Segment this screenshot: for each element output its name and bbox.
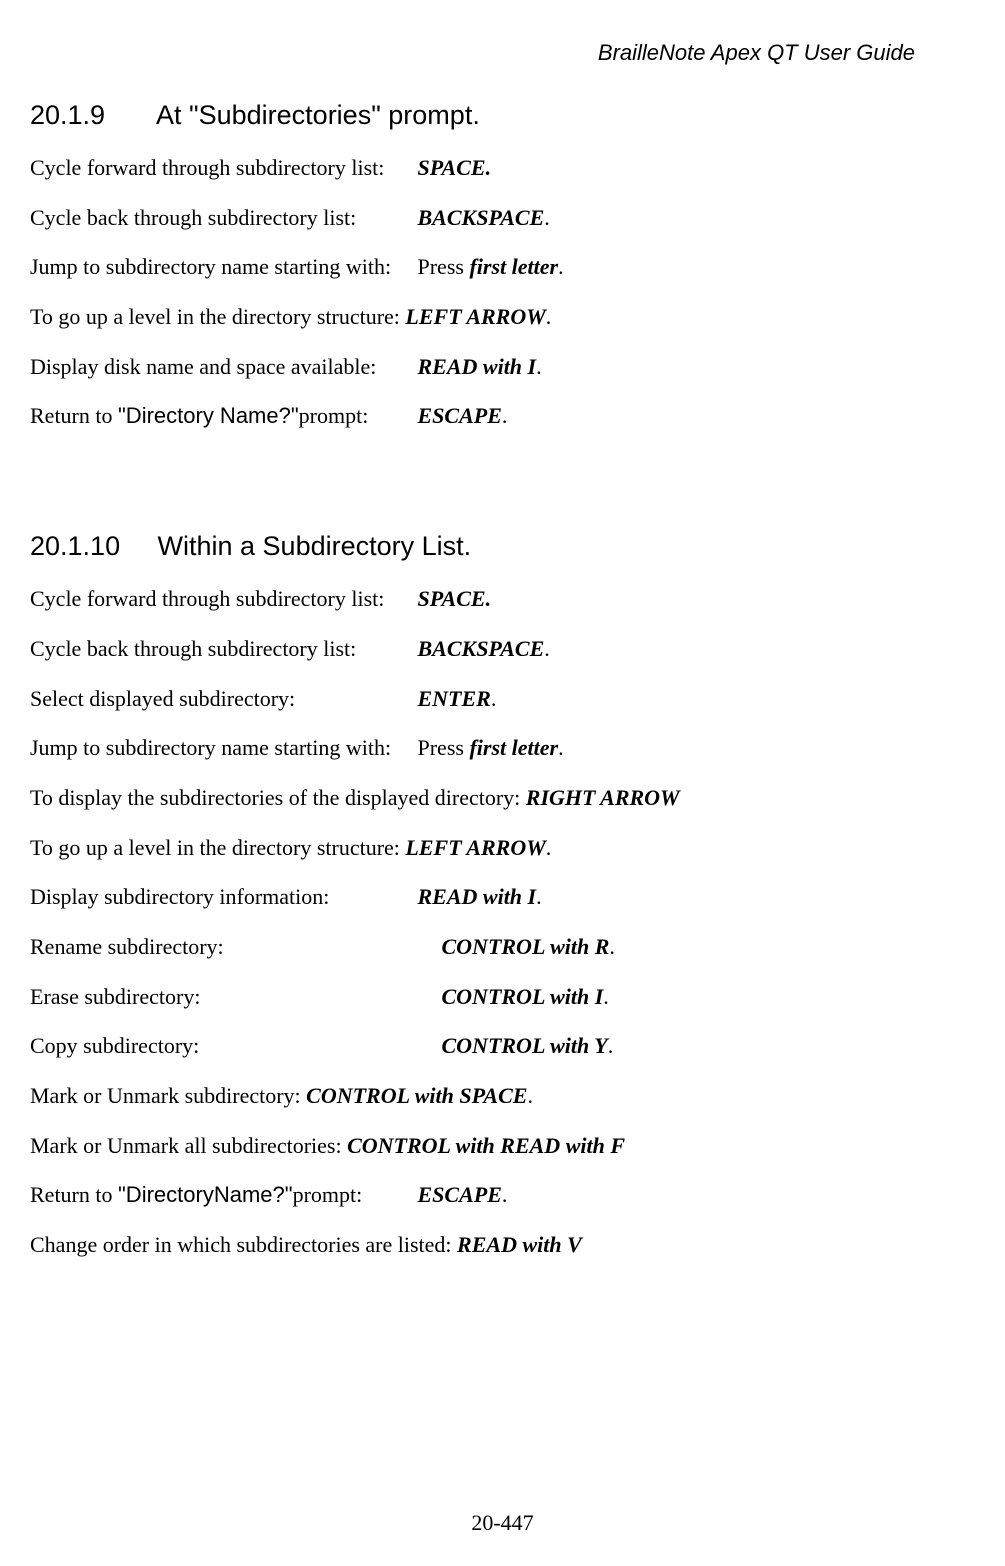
doc-desc: Return to "DirectoryName?"prompt: — [30, 1180, 412, 1210]
doc-desc: Display subdirectory information: — [30, 882, 412, 912]
section-heading-20-1-10: 20.1.10 Within a Subdirectory List. — [30, 531, 975, 562]
doc-key: RIGHT ARROW — [526, 785, 680, 810]
doc-line: Copy subdirectory: CONTROL with Y. — [30, 1031, 975, 1061]
doc-line: Mark or Unmark subdirectory: CONTROL wit… — [30, 1081, 975, 1111]
period: . — [558, 254, 564, 279]
doc-desc: To go up a level in the directory struct… — [30, 304, 405, 329]
doc-key: ESCAPE — [418, 403, 502, 428]
doc-line: Change order in which subdirectories are… — [30, 1230, 975, 1260]
doc-prefix: Press — [418, 735, 470, 760]
doc-desc: Cycle forward through subdirectory list: — [30, 153, 412, 183]
doc-prefix: Press — [418, 254, 470, 279]
doc-text: Return to — [30, 1182, 118, 1207]
period: . — [558, 735, 564, 760]
period: . — [536, 354, 542, 379]
doc-desc: Mark or Unmark all subdirectories: — [30, 1133, 347, 1158]
doc-key: LEFT ARROW — [405, 835, 545, 860]
doc-desc: Jump to subdirectory name starting with: — [30, 252, 412, 282]
doc-key: READ with I — [418, 354, 537, 379]
doc-key: READ with I — [418, 884, 537, 909]
doc-desc: Jump to subdirectory name starting with: — [30, 733, 412, 763]
doc-desc: Cycle back through subdirectory list: — [30, 634, 412, 664]
section-title: Within a Subdirectory List. — [158, 531, 472, 561]
doc-line: Display subdirectory information: READ w… — [30, 882, 975, 912]
doc-text: Return to — [30, 403, 118, 428]
doc-line: Erase subdirectory: CONTROL with I. — [30, 982, 975, 1012]
period: . — [527, 1083, 533, 1108]
page-footer: 20-447 — [0, 1510, 1005, 1536]
period: . — [608, 1033, 614, 1058]
doc-text: prompt: — [293, 1182, 363, 1207]
doc-desc: To go up a level in the directory struct… — [30, 835, 405, 860]
doc-key: BACKSPACE — [418, 636, 545, 661]
period: . — [536, 884, 542, 909]
doc-desc: Display disk name and space available: — [30, 352, 412, 382]
doc-line: Cycle forward through subdirectory list:… — [30, 584, 975, 614]
period: . — [603, 984, 609, 1009]
doc-key: first letter — [469, 735, 558, 760]
period: . — [546, 304, 552, 329]
doc-key: READ with V — [457, 1232, 582, 1257]
doc-desc: Cycle forward through subdirectory list: — [30, 584, 412, 614]
doc-line: Return to "Directory Name?"prompt: ESCAP… — [30, 401, 975, 431]
doc-prompt-name: "Directory Name?" — [118, 403, 299, 428]
doc-line: To go up a level in the directory struct… — [30, 302, 975, 332]
period: . — [491, 686, 497, 711]
period: . — [544, 205, 550, 230]
doc-line: Jump to subdirectory name starting with:… — [30, 733, 975, 763]
doc-line: Select displayed subdirectory: ENTER. — [30, 684, 975, 714]
period: . — [544, 636, 550, 661]
period: . — [502, 1182, 508, 1207]
doc-key: first letter — [469, 254, 558, 279]
doc-prompt-name: "DirectoryName?" — [118, 1182, 293, 1207]
page-header: BrailleNote Apex QT User Guide — [30, 40, 915, 66]
period: . — [609, 934, 615, 959]
doc-desc: Cycle back through subdirectory list: — [30, 203, 412, 233]
doc-desc: Select displayed subdirectory: — [30, 684, 412, 714]
doc-line: Return to "DirectoryName?"prompt: ESCAPE… — [30, 1180, 975, 1210]
doc-line: Mark or Unmark all subdirectories: CONTR… — [30, 1131, 975, 1161]
doc-line: Rename subdirectory: CONTROL with R. — [30, 932, 975, 962]
doc-desc: Copy subdirectory: — [30, 1031, 436, 1061]
doc-key: SPACE. — [418, 586, 492, 611]
doc-desc: Mark or Unmark subdirectory: — [30, 1083, 306, 1108]
doc-line: To display the subdirectories of the dis… — [30, 783, 975, 813]
doc-line: Cycle back through subdirectory list: BA… — [30, 634, 975, 664]
doc-key: CONTROL with Y — [442, 1033, 608, 1058]
doc-line: To go up a level in the directory struct… — [30, 833, 975, 863]
doc-desc: Return to "Directory Name?"prompt: — [30, 401, 412, 431]
period: . — [502, 403, 508, 428]
section-title: At "Subdirectories" prompt. — [156, 100, 480, 130]
doc-key: CONTROL with READ with F — [347, 1133, 625, 1158]
doc-line: Jump to subdirectory name starting with:… — [30, 252, 975, 282]
doc-key: ENTER — [418, 686, 491, 711]
doc-text: prompt: — [299, 403, 369, 428]
period: . — [546, 835, 552, 860]
doc-line: Cycle forward through subdirectory list:… — [30, 153, 975, 183]
doc-key: LEFT ARROW — [405, 304, 545, 329]
section-number: 20.1.9 — [30, 100, 150, 131]
doc-key: CONTROL with R — [442, 934, 610, 959]
doc-line: Cycle back through subdirectory list: BA… — [30, 203, 975, 233]
doc-key: CONTROL with SPACE — [306, 1083, 527, 1108]
doc-key: CONTROL with I — [442, 984, 604, 1009]
doc-desc: To display the subdirectories of the dis… — [30, 785, 526, 810]
doc-key: ESCAPE — [418, 1182, 502, 1207]
doc-key: BACKSPACE — [418, 205, 545, 230]
doc-key: SPACE. — [418, 155, 492, 180]
section-number: 20.1.10 — [30, 531, 150, 562]
doc-desc: Rename subdirectory: — [30, 932, 436, 962]
doc-line: Display disk name and space available: R… — [30, 352, 975, 382]
doc-desc: Erase subdirectory: — [30, 982, 436, 1012]
section-heading-20-1-9: 20.1.9 At "Subdirectories" prompt. — [30, 100, 975, 131]
doc-desc: Change order in which subdirectories are… — [30, 1232, 457, 1257]
